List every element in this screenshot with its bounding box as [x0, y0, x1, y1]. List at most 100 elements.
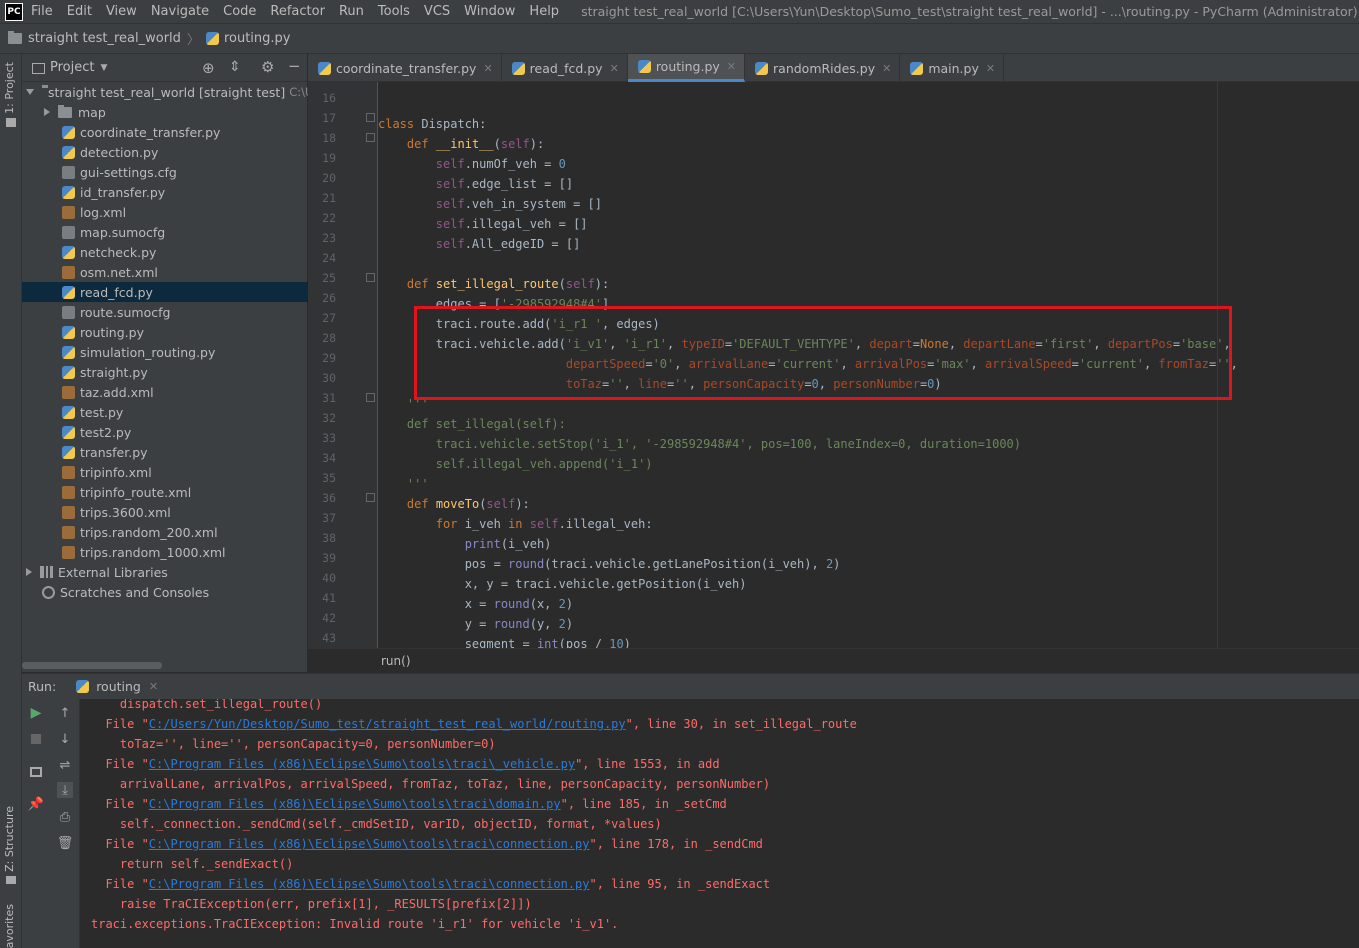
code-line: x, y = traci.vehicle.getPosition(i_veh) — [378, 577, 747, 591]
expand-arrow-icon[interactable] — [26, 89, 34, 95]
tree-item-external-libraries[interactable]: External Libraries — [22, 562, 308, 582]
close-icon[interactable]: ✕ — [727, 60, 736, 73]
menu-tools[interactable]: Tools — [378, 4, 410, 19]
tree-item-file[interactable]: transfer.py — [22, 442, 308, 462]
tree-item-file[interactable]: log.xml — [22, 202, 308, 222]
menu-window[interactable]: Window — [464, 4, 515, 19]
tree-item-file[interactable]: osm.net.xml — [22, 262, 308, 282]
gear-icon[interactable]: ⚙ — [261, 58, 274, 76]
horizontal-scrollbar[interactable] — [22, 662, 162, 669]
tab-routing[interactable]: routing.py ✕ — [627, 54, 746, 82]
line-number: 43 — [322, 631, 336, 645]
menu-file[interactable]: File — [31, 4, 53, 19]
code-line: def moveTo(self): — [406, 497, 530, 511]
project-tool-icon[interactable] — [6, 118, 16, 127]
menu-edit[interactable]: Edit — [67, 4, 92, 19]
tree-item-file[interactable]: simulation_routing.py — [22, 342, 308, 362]
tree-item-map[interactable]: map — [22, 102, 308, 122]
close-icon[interactable]: ✕ — [149, 680, 158, 693]
console-line: toTaz='', line='', personCapacity=0, per… — [91, 737, 496, 751]
breadcrumb-project[interactable]: straight test_real_world — [28, 31, 181, 46]
fold-marker-icon[interactable] — [366, 493, 375, 502]
collapse-all-icon[interactable]: ⇕ — [229, 59, 241, 75]
chevron-down-icon[interactable]: ▼ — [100, 63, 107, 73]
scroll-to-end-icon[interactable]: ⤓ — [57, 782, 73, 798]
close-icon[interactable]: ✕ — [986, 62, 995, 75]
menu-code[interactable]: Code — [223, 4, 256, 19]
structure-tool-tab[interactable]: Z: Structure — [3, 806, 16, 872]
tree-item-file[interactable]: id_transfer.py — [22, 182, 308, 202]
tree-item-scratches[interactable]: Scratches and Consoles — [22, 582, 308, 602]
expand-arrow-icon[interactable] — [26, 568, 32, 576]
tree-item-file[interactable]: netcheck.py — [22, 242, 308, 262]
file-link[interactable]: C:\Program Files (x86)\Eclipse\Sumo\tool… — [149, 757, 575, 771]
menu-run[interactable]: Run — [339, 4, 364, 19]
breadcrumb-file[interactable]: routing.py — [224, 31, 291, 46]
tree-item-file[interactable]: straight.py — [22, 362, 308, 382]
tab-read-fcd[interactable]: read_fcd.py ✕ — [502, 54, 628, 82]
close-icon[interactable]: ✕ — [483, 62, 492, 75]
fold-marker-icon[interactable] — [366, 273, 375, 282]
tree-item-file[interactable]: tripinfo_route.xml — [22, 482, 308, 502]
structure-tool-icon[interactable] — [6, 876, 16, 884]
tree-item-file[interactable]: test2.py — [22, 422, 308, 442]
project-tool-tab[interactable]: 1: Project — [3, 62, 16, 114]
line-number: 28 — [322, 331, 336, 345]
run-console[interactable]: dispatch.set_illegal_route() File "C:/Us… — [80, 699, 1359, 948]
line-number: 31 — [322, 391, 336, 405]
tree-root[interactable]: straight test_real_world [straight test]… — [22, 82, 308, 102]
menu-help[interactable]: Help — [529, 4, 559, 19]
line-number: 27 — [322, 311, 336, 325]
tree-item-file[interactable]: trips.random_1000.xml — [22, 542, 308, 562]
tree-item-file[interactable]: trips.random_200.xml — [22, 522, 308, 542]
up-arrow-icon[interactable]: ↑ — [57, 705, 73, 721]
tree-item-file[interactable]: taz.add.xml — [22, 382, 308, 402]
print-icon[interactable]: ⎙ — [57, 809, 73, 825]
locate-file-icon[interactable]: ⊕ — [202, 59, 215, 77]
menu-view[interactable]: View — [106, 4, 137, 19]
project-panel-title[interactable]: Project — [50, 60, 94, 75]
down-arrow-icon[interactable]: ↓ — [57, 731, 73, 747]
tree-item-file[interactable]: tripinfo.xml — [22, 462, 308, 482]
close-icon[interactable]: ✕ — [610, 62, 619, 75]
tree-item-file[interactable]: test.py — [22, 402, 308, 422]
tree-item-label: Scratches and Consoles — [60, 584, 210, 600]
file-link[interactable]: C:\Program Files (x86)\Eclipse\Sumo\tool… — [149, 837, 590, 851]
project-view-icon — [32, 63, 45, 74]
tab-coordinate-transfer[interactable]: coordinate_transfer.py ✕ — [308, 54, 502, 82]
layout-icon[interactable] — [28, 764, 44, 780]
file-link[interactable]: C:\Program Files (x86)\Eclipse\Sumo\tool… — [149, 797, 561, 811]
soft-wrap-icon[interactable]: ⇌ — [57, 757, 73, 773]
expand-arrow-icon[interactable] — [44, 108, 50, 116]
run-tab-routing[interactable]: routing — [96, 679, 141, 694]
menu-navigate[interactable]: Navigate — [151, 4, 209, 19]
tab-main[interactable]: main.py ✕ — [900, 54, 1005, 82]
tree-item-file[interactable]: coordinate_transfer.py — [22, 122, 308, 142]
close-icon[interactable]: ✕ — [882, 62, 891, 75]
favorites-tool-tab[interactable]: avorites — [3, 904, 16, 948]
code-line: segment = int(pos / 10) — [378, 637, 631, 648]
breadcrumb-function[interactable]: run() — [381, 654, 411, 668]
minimize-icon[interactable]: − — [288, 57, 301, 75]
fold-marker-icon[interactable] — [366, 393, 375, 402]
tree-item-file[interactable]: route.sumocfg — [22, 302, 308, 322]
tree-item-file[interactable]: map.sumocfg — [22, 222, 308, 242]
fold-marker-icon[interactable] — [366, 113, 375, 122]
menu-refactor[interactable]: Refactor — [270, 4, 325, 19]
file-link[interactable]: C:/Users/Yun/Desktop/Sumo_test/straight_… — [149, 717, 626, 731]
rerun-icon[interactable]: ▶ — [28, 705, 44, 721]
tree-item-file[interactable]: trips.3600.xml — [22, 502, 308, 522]
stop-icon[interactable] — [28, 731, 44, 747]
fold-marker-icon[interactable] — [366, 133, 375, 142]
tab-random-rides[interactable]: randomRides.py ✕ — [745, 54, 901, 82]
tree-item-file[interactable]: detection.py — [22, 142, 308, 162]
menu-vcs[interactable]: VCS — [424, 4, 450, 19]
tree-item-file[interactable]: gui-settings.cfg — [22, 162, 308, 182]
code-editor[interactable]: 16 17 18 19 20 21 22 23 24 25 26 27 28 29 30 31 32 33 34 35… — [308, 82, 1359, 648]
tree-item-file[interactable]: routing.py — [22, 322, 308, 342]
file-link[interactable]: C:\Program Files (x86)\Eclipse\Sumo\tool… — [149, 877, 590, 891]
pin-icon[interactable]: 📌 — [28, 796, 44, 812]
tree-item-label: id_transfer.py — [80, 184, 166, 200]
trash-icon[interactable]: 🗑 — [57, 835, 74, 851]
tree-item-file-selected[interactable]: read_fcd.py — [22, 282, 308, 302]
